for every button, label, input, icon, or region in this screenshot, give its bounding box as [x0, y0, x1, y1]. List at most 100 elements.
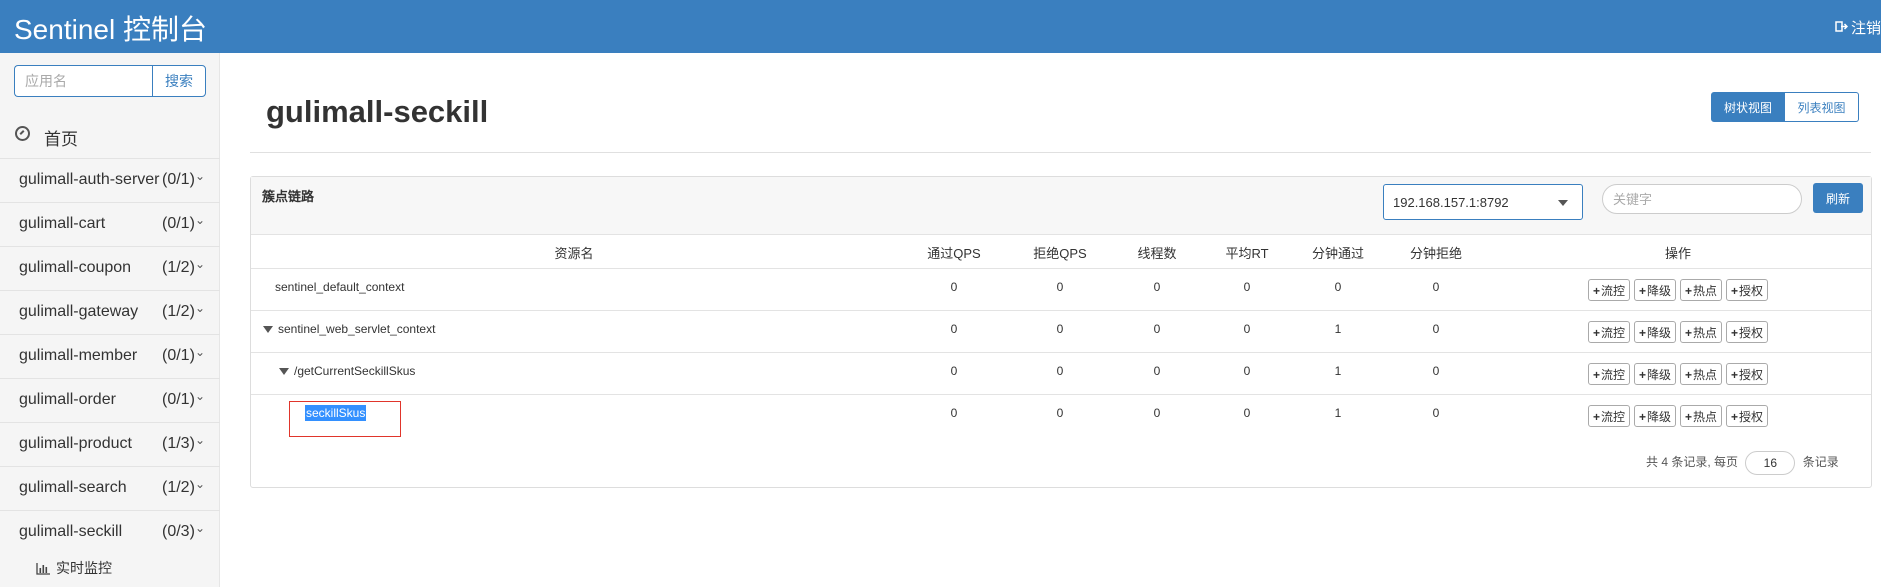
app-machine-count: (1/2): [162, 479, 195, 496]
pass-qps: 0: [950, 322, 958, 336]
logout-link[interactable]: 注销: [1835, 17, 1881, 38]
resource-name: /getCurrentSeckillSkus: [294, 364, 416, 378]
sidebar-item-app[interactable]: gulimall-order (0/1) ⌄: [0, 379, 220, 423]
degrade-rule-button[interactable]: +降级: [1633, 363, 1676, 385]
keyword-input[interactable]: [1602, 184, 1802, 214]
plus-icon: +: [1731, 283, 1739, 298]
degrade-rule-button[interactable]: +降级: [1633, 279, 1676, 301]
flow-rule-button[interactable]: +流控: [1587, 321, 1630, 343]
minute-pass: 0: [1334, 280, 1342, 294]
authority-rule-button[interactable]: +授权: [1726, 363, 1769, 385]
chevron-down-icon: ⌄: [195, 433, 206, 447]
sidebar-item-app[interactable]: gulimall-member (0/1) ⌄: [0, 335, 220, 379]
sidebar-item-app[interactable]: gulimall-search (1/2) ⌄: [0, 467, 220, 511]
sidebar-item-app[interactable]: gulimall-product (1/3) ⌄: [0, 423, 220, 467]
avg-rt: 0: [1243, 280, 1251, 294]
app-search-input[interactable]: [14, 65, 152, 97]
app-name: gulimall-order: [19, 391, 116, 408]
plus-icon: +: [1685, 283, 1693, 298]
table-row: sentinel_default_context 0 0 0 0 0 0 +流控…: [251, 269, 1871, 311]
resource-name: sentinel_default_context: [275, 280, 405, 294]
col-pass-qps: 通过QPS: [927, 246, 981, 261]
plus-icon: +: [1685, 325, 1693, 340]
sign-out-icon: [1835, 20, 1849, 37]
minute-pass: 1: [1334, 364, 1342, 378]
bar-chart-icon: [36, 562, 50, 578]
page-title: gulimall-seckill: [266, 94, 489, 129]
chevron-down-icon: ⌄: [195, 521, 206, 535]
minute-block: 0: [1432, 280, 1440, 294]
dashboard-icon: [15, 126, 30, 141]
plus-icon: +: [1731, 367, 1739, 382]
app-name: gulimall-search: [19, 479, 127, 496]
flow-rule-button[interactable]: +流控: [1587, 363, 1630, 385]
app-machine-count: (1/2): [162, 303, 195, 320]
plus-icon: +: [1685, 367, 1693, 382]
plus-icon: +: [1592, 283, 1600, 298]
title-divider: [250, 152, 1871, 153]
resource-name: sentinel_web_servlet_context: [278, 322, 436, 336]
table-row: sentinel_web_servlet_context 0 0 0 0 1 0…: [251, 311, 1871, 353]
brand-title[interactable]: Sentinel 控制台: [14, 8, 207, 48]
caret-down-icon: [1558, 200, 1568, 206]
plus-icon: +: [1638, 409, 1646, 424]
hotspot-rule-button[interactable]: +热点: [1680, 405, 1723, 427]
top-navbar: Sentinel 控制台 注销: [0, 0, 1881, 53]
app-name: gulimall-product: [19, 435, 132, 452]
app-name: gulimall-seckill: [19, 523, 123, 540]
block-qps: 0: [1056, 364, 1064, 378]
degrade-rule-button[interactable]: +降级: [1633, 405, 1676, 427]
machine-select-value: 192.168.157.1:8792: [1393, 195, 1509, 210]
hotspot-rule-button[interactable]: +热点: [1680, 279, 1723, 301]
tree-view-button[interactable]: 树状视图: [1711, 92, 1785, 122]
chevron-down-icon: ⌄: [195, 477, 206, 491]
sidebar-item-app[interactable]: gulimall-coupon (1/2) ⌄: [0, 247, 220, 291]
view-toggle: 树状视图 列表视图: [1711, 92, 1859, 122]
minute-pass: 1: [1334, 406, 1342, 420]
row-actions: +流控 +降级 +热点 +授权: [1485, 279, 1871, 301]
authority-rule-button[interactable]: +授权: [1726, 279, 1769, 301]
page-size-input[interactable]: 16: [1745, 451, 1796, 475]
flow-rule-button[interactable]: +流控: [1587, 405, 1630, 427]
refresh-button[interactable]: 刷新: [1813, 183, 1863, 213]
pass-qps: 0: [950, 280, 958, 294]
logout-label: 注销: [1850, 20, 1881, 37]
authority-rule-button[interactable]: +授权: [1726, 321, 1769, 343]
chevron-down-icon: ⌄: [195, 257, 206, 271]
plus-icon: +: [1638, 325, 1646, 340]
app-machine-count: (0/1): [162, 391, 195, 408]
threads: 0: [1153, 280, 1161, 294]
plus-icon: +: [1592, 325, 1600, 340]
table-row: seckillSkus 0 0 0 0 1 0 +流控 +降级 +热点 +授权: [251, 395, 1871, 437]
expand-triangle-icon[interactable]: [279, 368, 289, 375]
hotspot-rule-button[interactable]: +热点: [1680, 321, 1723, 343]
authority-rule-button[interactable]: +授权: [1726, 405, 1769, 427]
avg-rt: 0: [1243, 406, 1251, 420]
machine-select[interactable]: 192.168.157.1:8792: [1383, 184, 1583, 220]
list-view-button[interactable]: 列表视图: [1785, 92, 1859, 122]
app-name: gulimall-auth-server: [19, 171, 160, 188]
expand-triangle-icon[interactable]: [263, 326, 273, 333]
avg-rt: 0: [1243, 322, 1251, 336]
block-qps: 0: [1056, 322, 1064, 336]
minute-block: 0: [1432, 406, 1440, 420]
hotspot-rule-button[interactable]: +热点: [1680, 363, 1723, 385]
pager-suffix: 条记录: [1802, 455, 1839, 470]
pager-total: 共 4 条记录, 每页: [1646, 455, 1739, 470]
sidebar-item-app[interactable]: gulimall-cart (0/1) ⌄: [0, 203, 220, 247]
block-qps: 0: [1056, 280, 1064, 294]
sidebar-item-app[interactable]: gulimall-auth-server (0/1) ⌄: [0, 159, 220, 203]
col-actions: 操作: [1664, 246, 1691, 261]
sidebar-subitem-realtime-monitor[interactable]: 实时监控: [36, 558, 112, 578]
app-search-button[interactable]: 搜索: [152, 65, 206, 97]
sidebar-item-app[interactable]: gulimall-seckill (0/3) ⌄: [0, 511, 220, 555]
flow-rule-button[interactable]: +流控: [1587, 279, 1630, 301]
degrade-rule-button[interactable]: +降级: [1633, 321, 1676, 343]
app-list: gulimall-auth-server (0/1) ⌄ gulimall-cart…: [0, 159, 220, 555]
app-machine-count: (1/2): [162, 259, 195, 276]
panel-header: 簇点链路 192.168.157.1:8792 刷新: [251, 177, 1871, 235]
sidebar-item-home[interactable]: 首页: [0, 113, 220, 159]
sidebar-item-app[interactable]: gulimall-gateway (1/2) ⌄: [0, 291, 220, 335]
minute-pass: 1: [1334, 322, 1342, 336]
row-actions: +流控 +降级 +热点 +授权: [1485, 405, 1871, 427]
